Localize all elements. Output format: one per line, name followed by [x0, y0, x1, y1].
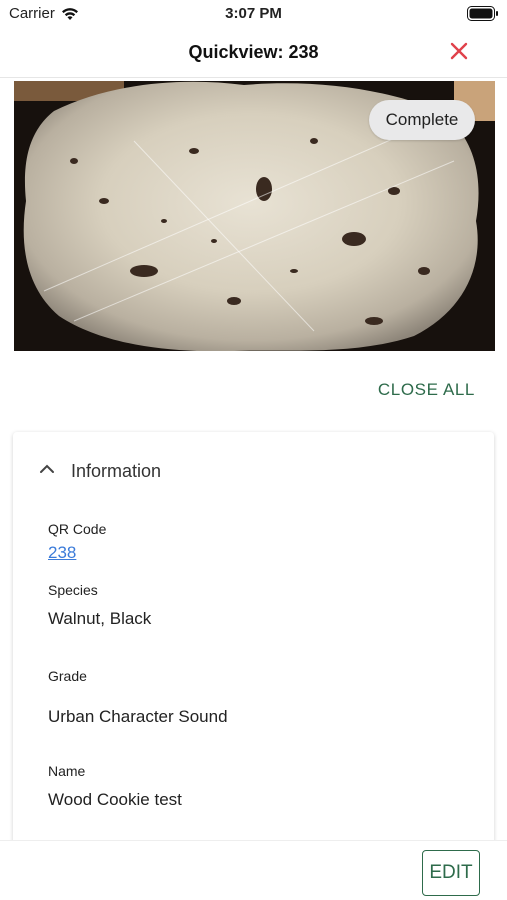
qr-code-label: QR Code	[48, 521, 107, 537]
name-value: Wood Cookie test	[48, 790, 182, 809]
carrier-label: Carrier	[9, 5, 55, 22]
close-x-icon[interactable]	[447, 39, 471, 63]
wifi-icon	[61, 7, 78, 20]
information-title: Information	[71, 461, 162, 481]
grade-label: Grade	[48, 668, 87, 684]
battery-icon	[467, 6, 498, 21]
grade-value: Urban Character Sound	[48, 707, 228, 726]
status-badge: Complete	[369, 100, 475, 140]
species-label: Species	[48, 582, 98, 598]
information-panel-header[interactable]: Information	[13, 458, 494, 488]
information-panel: Information QR Code 238 Species Walnut, …	[13, 432, 494, 852]
carrier-indicator: Carrier	[9, 5, 79, 22]
qr-code-link[interactable]: 238	[48, 543, 76, 563]
nav-bar: Quickview: 238	[0, 28, 507, 78]
species-value: Walnut, Black	[48, 609, 152, 628]
edit-button[interactable]: EDIT	[422, 850, 480, 896]
page-title: Quickview: 238	[188, 42, 319, 62]
close-all-button[interactable]: CLOSE ALL	[378, 380, 475, 400]
chevron-up-icon	[40, 464, 54, 473]
status-bar: Carrier 3:07 PM	[0, 0, 507, 28]
name-label: Name	[48, 763, 86, 779]
